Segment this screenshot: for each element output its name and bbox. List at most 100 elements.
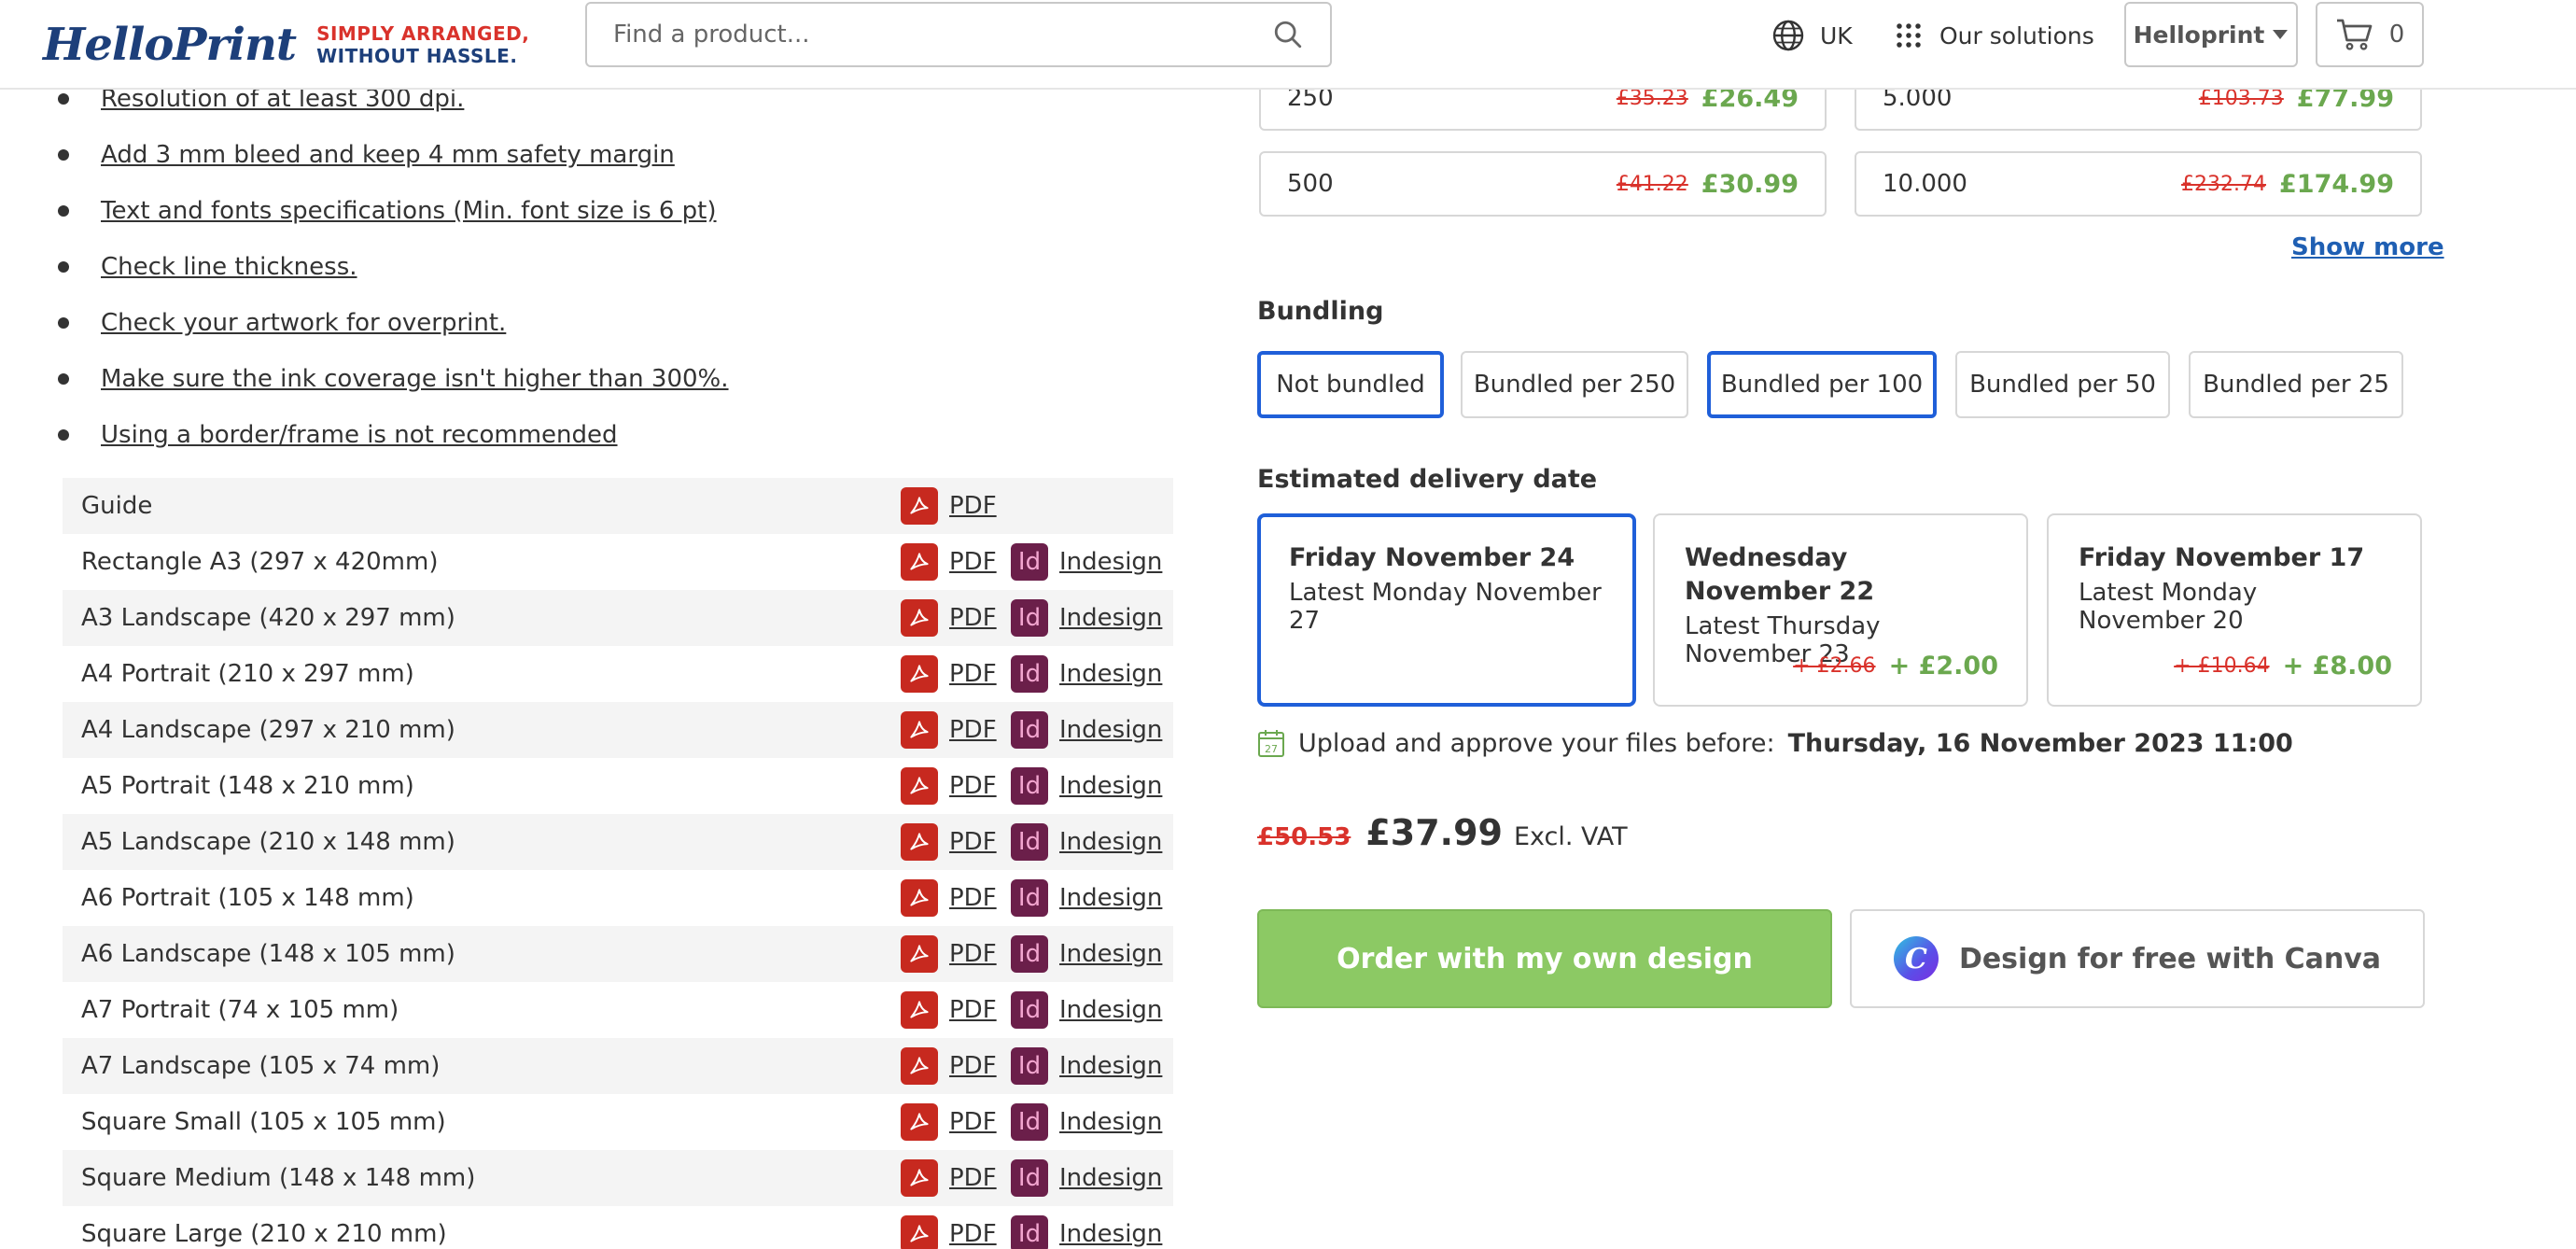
pdf-icon xyxy=(901,1103,938,1141)
indesign-download[interactable]: Id Indesign xyxy=(1011,1215,1162,1249)
pdf-link[interactable]: PDF xyxy=(949,1052,997,1080)
template-name: A7 Portrait (74 x 105 mm) xyxy=(81,996,399,1024)
indesign-download[interactable]: Id Indesign xyxy=(1011,543,1162,581)
indesign-download[interactable]: Id Indesign xyxy=(1011,1159,1162,1197)
delivery-latest: Latest Monday November 27 xyxy=(1289,579,1602,635)
pdf-download[interactable]: PDF xyxy=(901,935,997,973)
cart-button[interactable]: 0 xyxy=(2316,2,2424,67)
old-surcharge: + £2.66 xyxy=(1793,654,1876,678)
delivery-option-1[interactable]: Friday November 24 Latest Monday Novembe… xyxy=(1257,513,1636,707)
pdf-link[interactable]: PDF xyxy=(949,772,997,800)
indesign-link[interactable]: Indesign xyxy=(1059,604,1162,632)
tagline-line-2: WITHOUT HASSLE. xyxy=(316,45,518,67)
list-item: Text and fonts specifications (Min. font… xyxy=(58,183,1178,239)
pdf-link[interactable]: PDF xyxy=(949,716,997,744)
indesign-link[interactable]: Indesign xyxy=(1059,996,1162,1024)
tagline-line-1: SIMPLY ARRANGED, xyxy=(316,22,530,45)
pdf-link[interactable]: PDF xyxy=(949,604,997,632)
pdf-link[interactable]: PDF xyxy=(949,1220,997,1248)
spec-link[interactable]: Make sure the ink coverage isn't higher … xyxy=(101,365,729,393)
design-with-canva-button[interactable]: C Design for free with Canva xyxy=(1850,909,2425,1008)
indesign-link[interactable]: Indesign xyxy=(1059,1220,1162,1248)
pdf-link[interactable]: PDF xyxy=(949,548,997,576)
indesign-download[interactable]: Id Indesign xyxy=(1011,599,1162,637)
quantity-option-10000[interactable]: 10.000 £232.74 £174.99 xyxy=(1855,151,2422,217)
pdf-download[interactable]: PDF xyxy=(901,1215,997,1249)
our-solutions-menu[interactable]: Our solutions xyxy=(1895,17,2094,54)
pdf-download[interactable]: PDF xyxy=(901,767,997,805)
table-row: Guide PDF xyxy=(63,478,1173,534)
pdf-download[interactable]: PDF xyxy=(901,1159,997,1197)
list-item: Make sure the ink coverage isn't higher … xyxy=(58,351,1178,407)
indesign-download[interactable]: Id Indesign xyxy=(1011,991,1162,1029)
indesign-download[interactable]: Id Indesign xyxy=(1011,655,1162,693)
template-name: Guide xyxy=(81,492,153,520)
spec-link[interactable]: Using a border/frame is not recommended xyxy=(101,421,618,449)
template-name: A6 Portrait (105 x 148 mm) xyxy=(81,884,414,912)
pdf-download[interactable]: PDF xyxy=(901,823,997,861)
indesign-download[interactable]: Id Indesign xyxy=(1011,1103,1162,1141)
indesign-link[interactable]: Indesign xyxy=(1059,1164,1162,1192)
search-icon[interactable] xyxy=(1272,19,1304,50)
indesign-icon: Id xyxy=(1011,991,1048,1029)
pdf-link[interactable]: PDF xyxy=(949,996,997,1024)
pdf-download[interactable]: PDF xyxy=(901,599,997,637)
pdf-link[interactable]: PDF xyxy=(949,828,997,856)
pdf-download[interactable]: PDF xyxy=(901,1047,997,1085)
spec-link[interactable]: Add 3 mm bleed and keep 4 mm safety marg… xyxy=(101,141,675,169)
language-selector[interactable]: UK xyxy=(1771,17,1853,54)
indesign-link[interactable]: Indesign xyxy=(1059,1052,1162,1080)
indesign-link[interactable]: Indesign xyxy=(1059,940,1162,968)
template-name: Square Large (210 x 210 mm) xyxy=(81,1220,447,1248)
pdf-download[interactable]: PDF xyxy=(901,543,997,581)
pdf-download[interactable]: PDF xyxy=(901,991,997,1029)
indesign-download[interactable]: Id Indesign xyxy=(1011,935,1162,973)
spec-link[interactable]: Check your artwork for overprint. xyxy=(101,309,506,337)
pdf-link[interactable]: PDF xyxy=(949,660,997,688)
indesign-download[interactable]: Id Indesign xyxy=(1011,879,1162,917)
bundle-option-per-25[interactable]: Bundled per 25 xyxy=(2189,351,2403,418)
pdf-link[interactable]: PDF xyxy=(949,940,997,968)
indesign-link[interactable]: Indesign xyxy=(1059,1108,1162,1136)
pdf-link[interactable]: PDF xyxy=(949,492,997,520)
indesign-download[interactable]: Id Indesign xyxy=(1011,1047,1162,1085)
show-more-link[interactable]: Show more xyxy=(2291,233,2444,261)
order-with-own-design-button[interactable]: Order with my own design xyxy=(1257,909,1832,1008)
helloprint-logo[interactable]: HelloPrint SIMPLY ARRANGED, WITHOUT HASS… xyxy=(43,9,529,80)
pdf-download[interactable]: PDF xyxy=(901,711,997,749)
pdf-link[interactable]: PDF xyxy=(949,1108,997,1136)
delivery-option-2[interactable]: Wednesday November 22 Latest Thursday No… xyxy=(1653,513,2028,707)
canva-icon: C xyxy=(1893,936,1939,981)
pdf-download[interactable]: PDF xyxy=(901,655,997,693)
indesign-link[interactable]: Indesign xyxy=(1059,772,1162,800)
pdf-download[interactable]: PDF xyxy=(901,487,997,525)
bundle-option-not-bundled[interactable]: Not bundled xyxy=(1257,351,1444,418)
indesign-icon: Id xyxy=(1011,1159,1048,1197)
template-name: Rectangle A3 (297 x 420mm) xyxy=(81,548,439,576)
delivery-option-3[interactable]: Friday November 17 Latest Monday Novembe… xyxy=(2047,513,2422,707)
indesign-download[interactable]: Id Indesign xyxy=(1011,767,1162,805)
indesign-link[interactable]: Indesign xyxy=(1059,660,1162,688)
pdf-download[interactable]: PDF xyxy=(901,879,997,917)
indesign-download[interactable]: Id Indesign xyxy=(1011,711,1162,749)
pdf-icon xyxy=(901,879,938,917)
pdf-download[interactable]: PDF xyxy=(901,1103,997,1141)
spec-link[interactable]: Text and fonts specifications (Min. font… xyxy=(101,197,717,225)
spec-link[interactable]: Check line thickness. xyxy=(101,253,357,281)
indesign-link[interactable]: Indesign xyxy=(1059,548,1162,576)
calendar-icon: 27 xyxy=(1258,730,1284,757)
pdf-link[interactable]: PDF xyxy=(949,884,997,912)
pdf-link[interactable]: PDF xyxy=(949,1164,997,1192)
bundle-option-per-100[interactable]: Bundled per 100 xyxy=(1707,351,1937,418)
indesign-link[interactable]: Indesign xyxy=(1059,828,1162,856)
search-input[interactable] xyxy=(613,21,1272,49)
pdf-icon xyxy=(901,823,938,861)
quantity-option-500[interactable]: 500 £41.22 £30.99 xyxy=(1259,151,1827,217)
indesign-link[interactable]: Indesign xyxy=(1059,884,1162,912)
account-dropdown[interactable]: Helloprint xyxy=(2124,2,2298,67)
bundle-option-per-250[interactable]: Bundled per 250 xyxy=(1461,351,1688,418)
bundle-option-per-50[interactable]: Bundled per 50 xyxy=(1955,351,2170,418)
indesign-download[interactable]: Id Indesign xyxy=(1011,823,1162,861)
old-price: £103.73 xyxy=(2198,86,2284,110)
indesign-link[interactable]: Indesign xyxy=(1059,716,1162,744)
